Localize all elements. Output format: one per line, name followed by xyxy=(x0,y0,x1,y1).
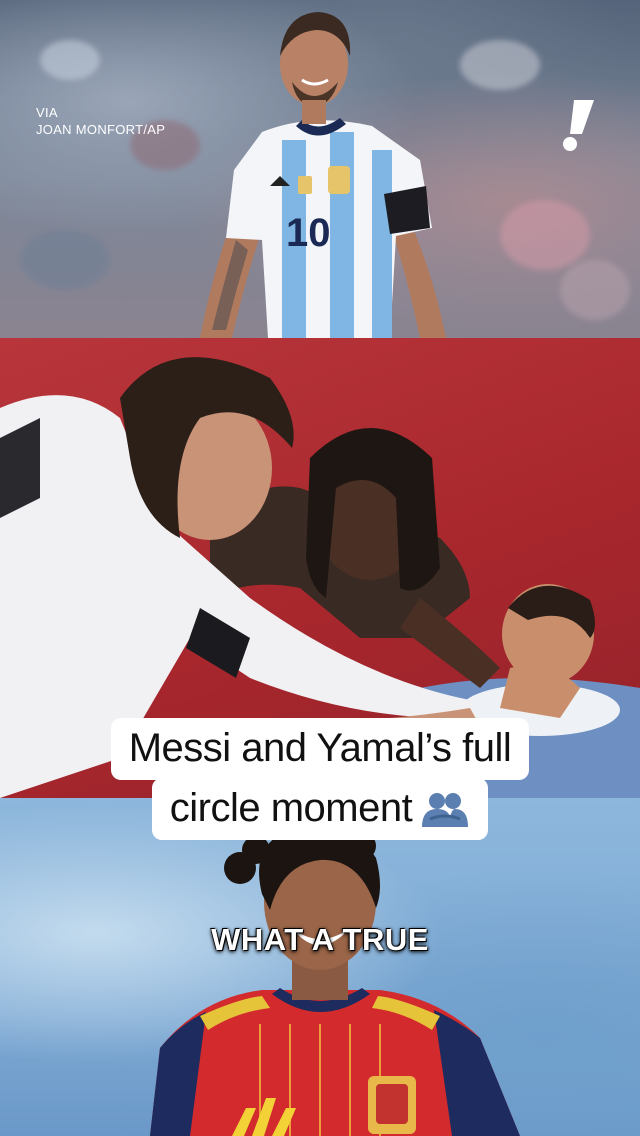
player-figure-argentina: 10 xyxy=(200,12,446,338)
caption-line-2-text: circle moment xyxy=(169,786,413,830)
caption-line-2: circle moment xyxy=(151,778,489,840)
subtitle-text: WHAT A TRUE xyxy=(211,922,429,957)
caption-line-1: Messi and Yamal’s full xyxy=(110,718,530,780)
stadium-photo-panel: 10 VIA JOAN MONFORT/AP xyxy=(0,0,640,338)
photo-credit: VIA JOAN MONFORT/AP xyxy=(36,104,165,138)
credit-via: VIA xyxy=(36,105,58,120)
jersey-number: 10 xyxy=(286,211,331,255)
credit-photographer: JOAN MONFORT/AP xyxy=(36,122,166,137)
player-figure-spain xyxy=(150,826,520,1136)
exclamation-logo-icon xyxy=(563,100,594,151)
video-frame: 10 VIA JOAN MONFORT/AP Messi and Yamal’s… xyxy=(0,0,640,1136)
people-hugging-icon xyxy=(422,793,469,828)
blue-backdrop-photo-panel xyxy=(0,798,640,1136)
caption-overlay: Messi and Yamal’s full circle moment xyxy=(0,718,640,840)
